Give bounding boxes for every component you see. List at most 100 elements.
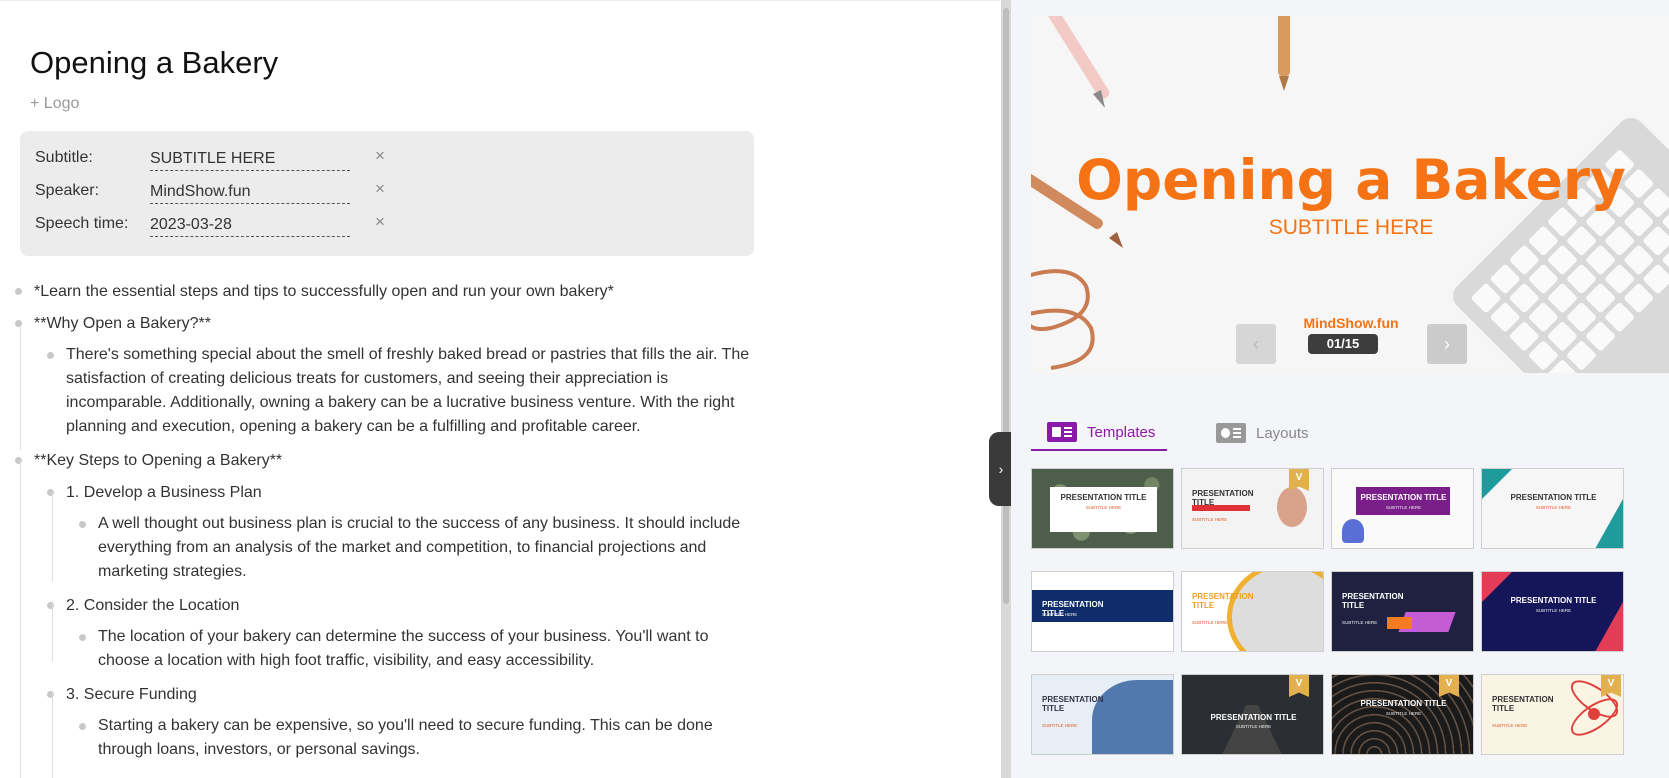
tab-layouts-label: Layouts [1256, 424, 1309, 442]
outline-text-line: choose a location with high foot traffic… [98, 652, 595, 669]
outline-text-line: incomparable. Additionally, owning a bak… [66, 394, 735, 411]
preview-panel: Opening a Bakery SUBTITLE HERE MindShow.… [1011, 0, 1669, 778]
slide-counter: 01/15 [1308, 334, 1378, 354]
template-thumbnail[interactable]: PRESENTATION TITLE SUBTITLE HERE V [1331, 674, 1474, 755]
speaker-row: Speaker: MindShow.fun × [35, 178, 735, 204]
document-title[interactable]: Opening a Bakery [30, 45, 278, 81]
speaker-label: Speaker: [35, 182, 100, 199]
collapse-panel-button[interactable]: › [989, 432, 1013, 506]
tab-layouts[interactable]: Layouts [1216, 415, 1309, 451]
preview-title: Opening a Bakery [1076, 148, 1626, 212]
template-title: PRESENTATION TITLE [1510, 493, 1597, 502]
template-thumbnail[interactable]: PRESENTATION TITLE SUBTITLE HERE [1031, 571, 1174, 652]
prev-slide-button[interactable]: ‹ [1236, 324, 1276, 364]
template-thumbnail[interactable]: PRESENTATION TITLE SUBTITLE HERE [1031, 468, 1174, 549]
template-subtitle: SUBTITLE HERE [1235, 724, 1272, 729]
template-title: PRESENTATION TITLE [1060, 493, 1147, 502]
outline-item-level-2[interactable]: 2. Consider the Location [66, 593, 239, 618]
outline-item-level-1[interactable]: *Learn the essential steps and tips to s… [34, 279, 614, 304]
template-thumbnail[interactable]: PRESENTATION TITLE SUBTITLE HERE V [1181, 674, 1324, 755]
layouts-icon [1216, 423, 1246, 443]
bullet-dot[interactable] [79, 634, 86, 641]
template-thumbnail[interactable]: PRESENTATION TITLE SUBTITLE HERE [1481, 468, 1624, 549]
clear-speech-time-icon[interactable]: × [375, 212, 385, 232]
vip-badge-icon: V [1601, 675, 1621, 697]
editor-scrollbar[interactable] [1003, 8, 1009, 604]
template-title: PRESENTATION TITLE [1360, 699, 1447, 708]
outline-text-line: planning and execution, opening a bakery… [66, 418, 641, 435]
outline-guide-line [52, 691, 53, 778]
outline-item-level-3[interactable]: The location of your bakery can determin… [98, 625, 709, 673]
outline-text-line: marketing strategies. [98, 563, 247, 580]
preview-speaker: MindShow.fun [1303, 315, 1399, 331]
outline-guide-line [20, 459, 21, 778]
outline-item-level-2[interactable]: There's something special about the smel… [66, 343, 749, 439]
speaker-input[interactable]: MindShow.fun [150, 178, 350, 204]
vip-badge-icon: V [1289, 675, 1309, 697]
speech-time-label: Speech time: [35, 215, 129, 232]
outline-text-line: The location of your bakery can determin… [98, 628, 709, 645]
outline-editor: Opening a Bakery + Logo Subtitle: SUBTIT… [0, 0, 1001, 778]
template-subtitle: SUBTITLE HERE [1085, 505, 1122, 510]
slide-preview: Opening a Bakery SUBTITLE HERE MindShow.… [1031, 16, 1669, 373]
outline-text-line: satisfaction of creating delicious treat… [66, 370, 669, 387]
template-subtitle: SUBTITLE HERE [1042, 612, 1078, 617]
template-subtitle: SUBTITLE HERE [1042, 723, 1078, 728]
preview-subtitle: SUBTITLE HERE [1268, 216, 1434, 239]
templates-icon [1047, 422, 1077, 442]
outline-item-level-1[interactable]: **Why Open a Bakery?** [34, 311, 211, 336]
speech-time-input[interactable]: 2023-03-28 [150, 211, 350, 237]
template-title: PRESENTATION TITLE [1210, 713, 1297, 722]
outline-text-line: A well thought out business plan is cruc… [98, 515, 741, 532]
subtitle-input[interactable]: SUBTITLE HERE [150, 145, 350, 171]
template-subtitle: SUBTITLE HERE [1385, 505, 1422, 510]
speech-time-row: Speech time: 2023-03-28 × [35, 211, 735, 237]
template-thumbnail[interactable]: PRESENTATION TITLE SUBTITLE HERE [1481, 571, 1624, 652]
clear-speaker-icon[interactable]: × [375, 179, 385, 199]
template-subtitle: SUBTITLE HERE [1342, 620, 1378, 625]
outline-item-level-3[interactable]: A well thought out business plan is cruc… [98, 512, 740, 584]
meta-info-box: Subtitle: SUBTITLE HERE × Speaker: MindS… [20, 131, 754, 256]
tab-templates[interactable]: Templates [1031, 415, 1167, 451]
outline-text-line: everything from an analysis of the marke… [98, 539, 707, 556]
bullet-dot[interactable] [15, 320, 22, 327]
tab-templates-label: Templates [1087, 423, 1156, 441]
clear-subtitle-icon[interactable]: × [375, 146, 385, 166]
template-thumbnail[interactable]: PRESENTATION TITLE SUBTITLE HERE [1181, 571, 1324, 652]
template-title: PRESENTATION TITLE [1510, 596, 1597, 605]
bullet-dot[interactable] [47, 352, 54, 359]
template-title: PRESENTATION TITLE [1192, 489, 1254, 507]
template-subtitle: SUBTITLE HERE [1385, 711, 1422, 716]
bullet-dot[interactable] [79, 521, 86, 528]
outline-text-line: Starting a bakery can be expensive, so y… [98, 717, 713, 734]
template-title: PRESENTATION TITLE [1042, 695, 1104, 713]
add-logo-button[interactable]: + Logo [30, 95, 79, 113]
template-thumbnail[interactable]: PRESENTATION TITLE SUBTITLE HERE [1331, 571, 1474, 652]
chevron-left-icon: ‹ [1253, 333, 1259, 354]
outline-guide-line [20, 327, 21, 450]
template-thumbnail[interactable]: PRESENTATION TITLE SUBTITLE HERE [1331, 468, 1474, 549]
subtitle-row: Subtitle: SUBTITLE HERE × [35, 145, 735, 171]
outline-guide-line [52, 491, 53, 581]
next-slide-button[interactable]: › [1427, 324, 1467, 364]
template-subtitle: SUBTITLE HERE [1192, 620, 1228, 625]
bullet-dot[interactable] [79, 723, 86, 730]
template-thumbnail[interactable]: PRESENTATION TITLE SUBTITLE HERE V [1481, 674, 1624, 755]
outline-text-line: through loans, investors, or personal sa… [98, 741, 420, 758]
outline-item-level-1[interactable]: **Key Steps to Opening a Bakery** [34, 448, 282, 473]
outline-item-level-2[interactable]: 3. Secure Funding [66, 682, 197, 707]
template-title: PRESENTATION TITLE [1342, 592, 1404, 610]
outline-item-level-2[interactable]: 1. Develop a Business Plan [66, 480, 262, 505]
template-subtitle: SUBTITLE HERE [1492, 723, 1528, 728]
outline-item-level-3[interactable]: Starting a bakery can be expensive, so y… [98, 714, 713, 762]
vip-badge-icon: V [1289, 469, 1309, 491]
bullet-dot[interactable] [15, 288, 22, 295]
outline-text-line: There's something special about the smel… [66, 346, 750, 363]
chevron-right-icon: › [1444, 333, 1450, 354]
template-thumbnail[interactable]: PRESENTATION TITLE SUBTITLE HERE [1031, 674, 1174, 755]
template-thumbnail[interactable]: PRESENTATION TITLE SUBTITLE HERE V [1181, 468, 1324, 549]
template-title: PRESENTATION TITLE [1360, 493, 1447, 502]
outline-guide-line [52, 601, 53, 661]
template-subtitle: SUBTITLE HERE [1535, 505, 1572, 510]
subtitle-label: Subtitle: [35, 149, 93, 166]
